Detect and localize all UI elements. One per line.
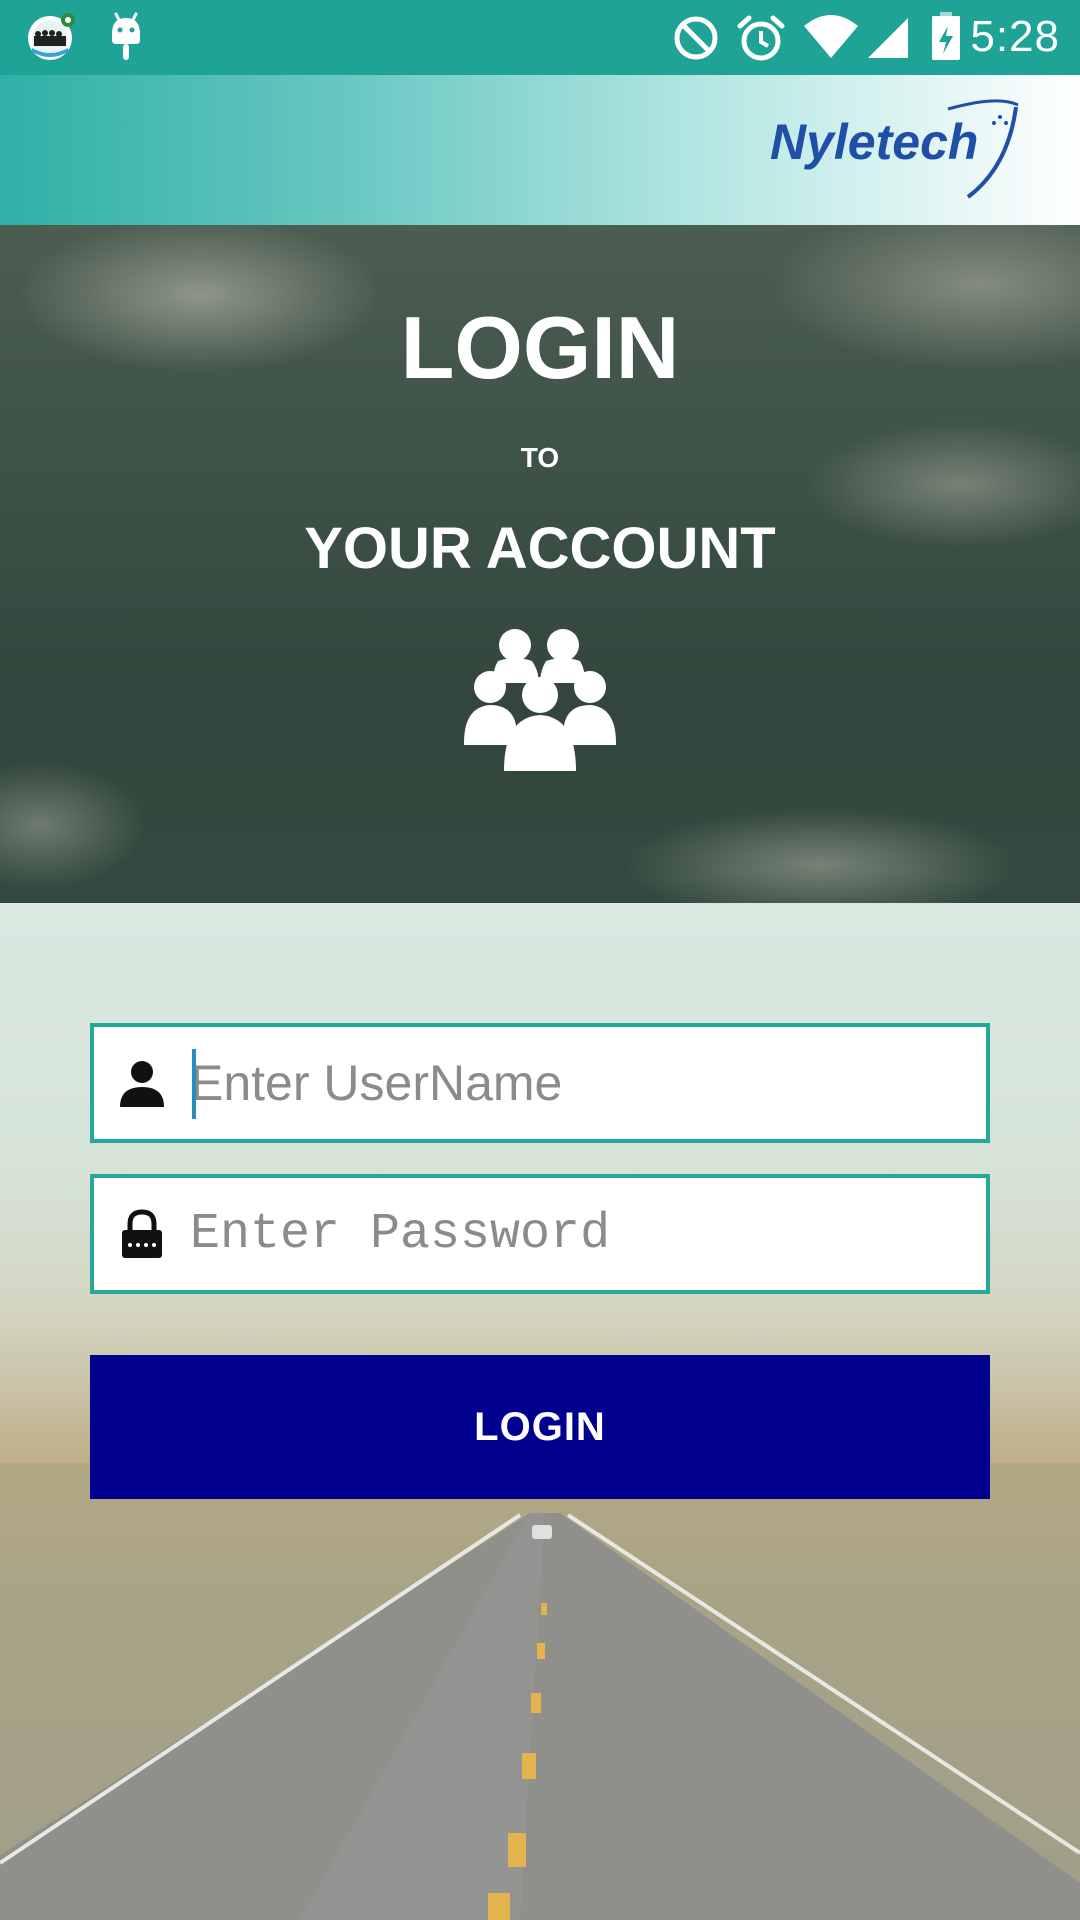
login-button[interactable]: LOGIN bbox=[90, 1355, 990, 1499]
username-input[interactable] bbox=[190, 1037, 970, 1129]
nyletech-logo: Nyletech bbox=[770, 99, 1019, 199]
password-input[interactable] bbox=[190, 1188, 970, 1280]
your-account-heading: YOUR ACCOUNT bbox=[304, 516, 776, 581]
app-notification-icon bbox=[28, 13, 75, 60]
lock-icon bbox=[122, 1209, 162, 1258]
username-field[interactable] bbox=[90, 1023, 990, 1143]
hero-banner: LOGIN TO YOUR ACCOUNT bbox=[0, 225, 1080, 903]
group-icon bbox=[464, 629, 616, 771]
password-field[interactable] bbox=[90, 1174, 990, 1294]
user-icon bbox=[120, 1061, 164, 1107]
login-heading: LOGIN bbox=[400, 298, 680, 397]
wifi-icon bbox=[804, 15, 858, 58]
to-text: TO bbox=[520, 442, 560, 473]
svg-text:Nyletech: Nyletech bbox=[770, 114, 978, 170]
alarm-icon bbox=[737, 15, 785, 61]
android-icon bbox=[112, 12, 140, 60]
status-bar: 5:28 bbox=[0, 0, 1080, 75]
battery-charging-icon bbox=[932, 12, 960, 60]
text-cursor bbox=[192, 1049, 196, 1119]
app-header: Nyletech bbox=[0, 75, 1080, 225]
status-time: 5:28 bbox=[970, 12, 1060, 61]
cell-signal-icon bbox=[868, 18, 908, 58]
do-not-disturb-icon bbox=[674, 16, 718, 60]
